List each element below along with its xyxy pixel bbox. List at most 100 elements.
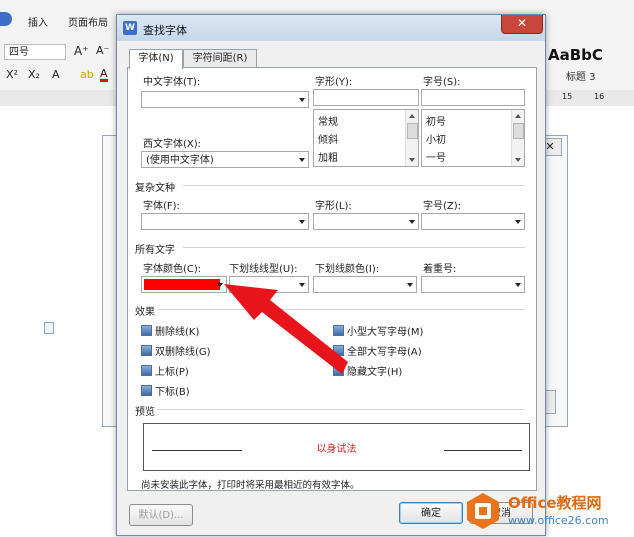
- style-label: 字形(Y):: [315, 77, 353, 88]
- chevron-down-icon: [409, 220, 415, 224]
- watermark-title: Office教程网: [508, 494, 602, 512]
- list-item[interactable]: 初号: [426, 113, 446, 128]
- scroll-up-icon[interactable]: [409, 114, 415, 118]
- scroll-thumb[interactable]: [407, 123, 418, 139]
- complex-section-title: 复杂文种: [135, 183, 175, 194]
- superscript-checkbox[interactable]: [141, 365, 152, 376]
- strikethrough-label: 删除线(K): [155, 327, 200, 338]
- chinese-font-combo[interactable]: [141, 91, 309, 108]
- hidden-text-checkbox[interactable]: [333, 365, 344, 376]
- divider: [183, 247, 525, 248]
- complex-size-label: 字号(Z):: [423, 201, 462, 212]
- scroll-down-icon[interactable]: [515, 158, 521, 162]
- preview-baseline: [444, 450, 522, 451]
- style-preview[interactable]: AaBbC: [548, 46, 603, 64]
- divider: [183, 185, 525, 186]
- complex-font-label: 字体(F):: [143, 201, 180, 212]
- small-caps-checkbox[interactable]: [333, 325, 344, 336]
- chevron-down-icon: [515, 283, 521, 287]
- western-font-value: (使用中文字体): [146, 155, 214, 166]
- app-logo-icon[interactable]: [0, 12, 12, 26]
- size-list[interactable]: 初号 小初 一号: [421, 109, 525, 167]
- all-text-section-title: 所有文字: [135, 245, 175, 256]
- all-caps-checkbox[interactable]: [333, 345, 344, 356]
- grow-font-icon[interactable]: A⁺: [74, 44, 89, 58]
- chevron-down-icon: [515, 220, 521, 224]
- chinese-font-label: 中文字体(T):: [143, 77, 201, 88]
- western-font-label: 西文字体(X):: [143, 139, 202, 150]
- font-size-value: 四号: [9, 47, 29, 58]
- all-caps-label: 全部大写字母(A): [347, 347, 422, 358]
- preview-box: 以身试法: [143, 423, 530, 471]
- font-hint-text: 尚未安装此字体，打印时将采用最相近的有效字体。: [141, 480, 360, 491]
- size-scrollbar[interactable]: [511, 110, 524, 166]
- dialog-titlebar[interactable]: W 查找字体 ✕: [117, 15, 545, 41]
- highlight-icon[interactable]: ab: [80, 68, 94, 81]
- underline-type-label: 下划线线型(U):: [229, 264, 298, 275]
- preview-section-title: 预览: [135, 407, 155, 418]
- chevron-down-icon: [217, 283, 223, 287]
- underline-type-combo[interactable]: [229, 276, 309, 293]
- ruler-mark: 16: [594, 92, 605, 101]
- list-item[interactable]: 常规: [318, 113, 338, 128]
- ribbon-tab-insert[interactable]: 插入: [28, 14, 48, 29]
- subscript-label: 下标(B): [155, 387, 190, 398]
- tab-char-spacing[interactable]: 字符间距(R): [183, 49, 257, 69]
- ruler-mark: 15: [562, 92, 573, 101]
- ok-button[interactable]: 确定: [399, 502, 463, 524]
- style-list[interactable]: 常规 倾斜 加粗: [313, 109, 419, 167]
- superscript-label: 上标(P): [155, 367, 189, 378]
- emphasis-combo[interactable]: [421, 276, 525, 293]
- chevron-down-icon: [299, 220, 305, 224]
- complex-size-combo[interactable]: [421, 213, 525, 230]
- complex-font-combo[interactable]: [141, 213, 309, 230]
- font-color-combo[interactable]: [141, 276, 227, 293]
- size-input[interactable]: [421, 89, 525, 106]
- style-scrollbar[interactable]: [405, 110, 418, 166]
- list-item[interactable]: 小初: [426, 131, 446, 146]
- shrink-font-icon[interactable]: A⁻: [96, 44, 109, 57]
- complex-style-label: 字形(L):: [315, 201, 352, 212]
- scroll-up-icon[interactable]: [515, 114, 521, 118]
- chevron-down-icon: [299, 98, 305, 102]
- complex-style-combo[interactable]: [313, 213, 419, 230]
- subscript-icon[interactable]: X₂: [28, 68, 40, 81]
- font-color-label: 字体颜色(C):: [143, 264, 202, 275]
- divider: [157, 309, 525, 310]
- chevron-down-icon: [299, 283, 305, 287]
- western-font-combo[interactable]: (使用中文字体): [141, 151, 309, 168]
- superscript-icon[interactable]: X²: [6, 68, 18, 81]
- watermark: Office教程网 www.office26.com: [464, 488, 634, 537]
- double-strikethrough-checkbox[interactable]: [141, 345, 152, 356]
- watermark-url: www.office26.com: [508, 514, 609, 527]
- preview-text: 以身试法: [316, 444, 357, 455]
- underline-color-combo[interactable]: [313, 276, 417, 293]
- underline-color-label: 下划线颜色(I):: [315, 264, 380, 275]
- style-input[interactable]: [313, 89, 419, 106]
- subscript-checkbox[interactable]: [141, 385, 152, 396]
- font-color-icon[interactable]: A: [100, 68, 108, 82]
- ribbon-tab-layout[interactable]: 页面布局: [68, 14, 108, 29]
- text-effect-icon[interactable]: A: [52, 68, 60, 81]
- list-item[interactable]: 倾斜: [318, 131, 338, 146]
- list-item[interactable]: 一号: [426, 149, 446, 164]
- office-logo-icon: [467, 493, 499, 529]
- small-caps-label: 小型大写字母(M): [347, 327, 424, 338]
- list-item[interactable]: 加粗: [318, 149, 338, 164]
- wps-icon: W: [123, 21, 137, 35]
- find-font-dialog: W 查找字体 ✕ 字体(N) 字符间距(R) 中文字体(T): 字形(Y): 常…: [116, 14, 546, 536]
- close-button[interactable]: ✕: [501, 15, 543, 34]
- double-strikethrough-label: 双删除线(G): [155, 347, 211, 358]
- default-button[interactable]: 默认(D)...: [129, 504, 193, 526]
- divider: [157, 409, 525, 410]
- tab-font[interactable]: 字体(N): [129, 49, 183, 70]
- effects-section-title: 效果: [135, 307, 155, 318]
- chevron-down-icon: [407, 283, 413, 287]
- strikethrough-checkbox[interactable]: [141, 325, 152, 336]
- style-name: 标题 3: [566, 72, 596, 83]
- scroll-down-icon[interactable]: [409, 158, 415, 162]
- scroll-thumb[interactable]: [513, 123, 524, 139]
- hidden-text-label: 隐藏文字(H): [347, 367, 403, 378]
- font-size-box[interactable]: 四号: [4, 44, 66, 60]
- page-icon: [44, 322, 54, 334]
